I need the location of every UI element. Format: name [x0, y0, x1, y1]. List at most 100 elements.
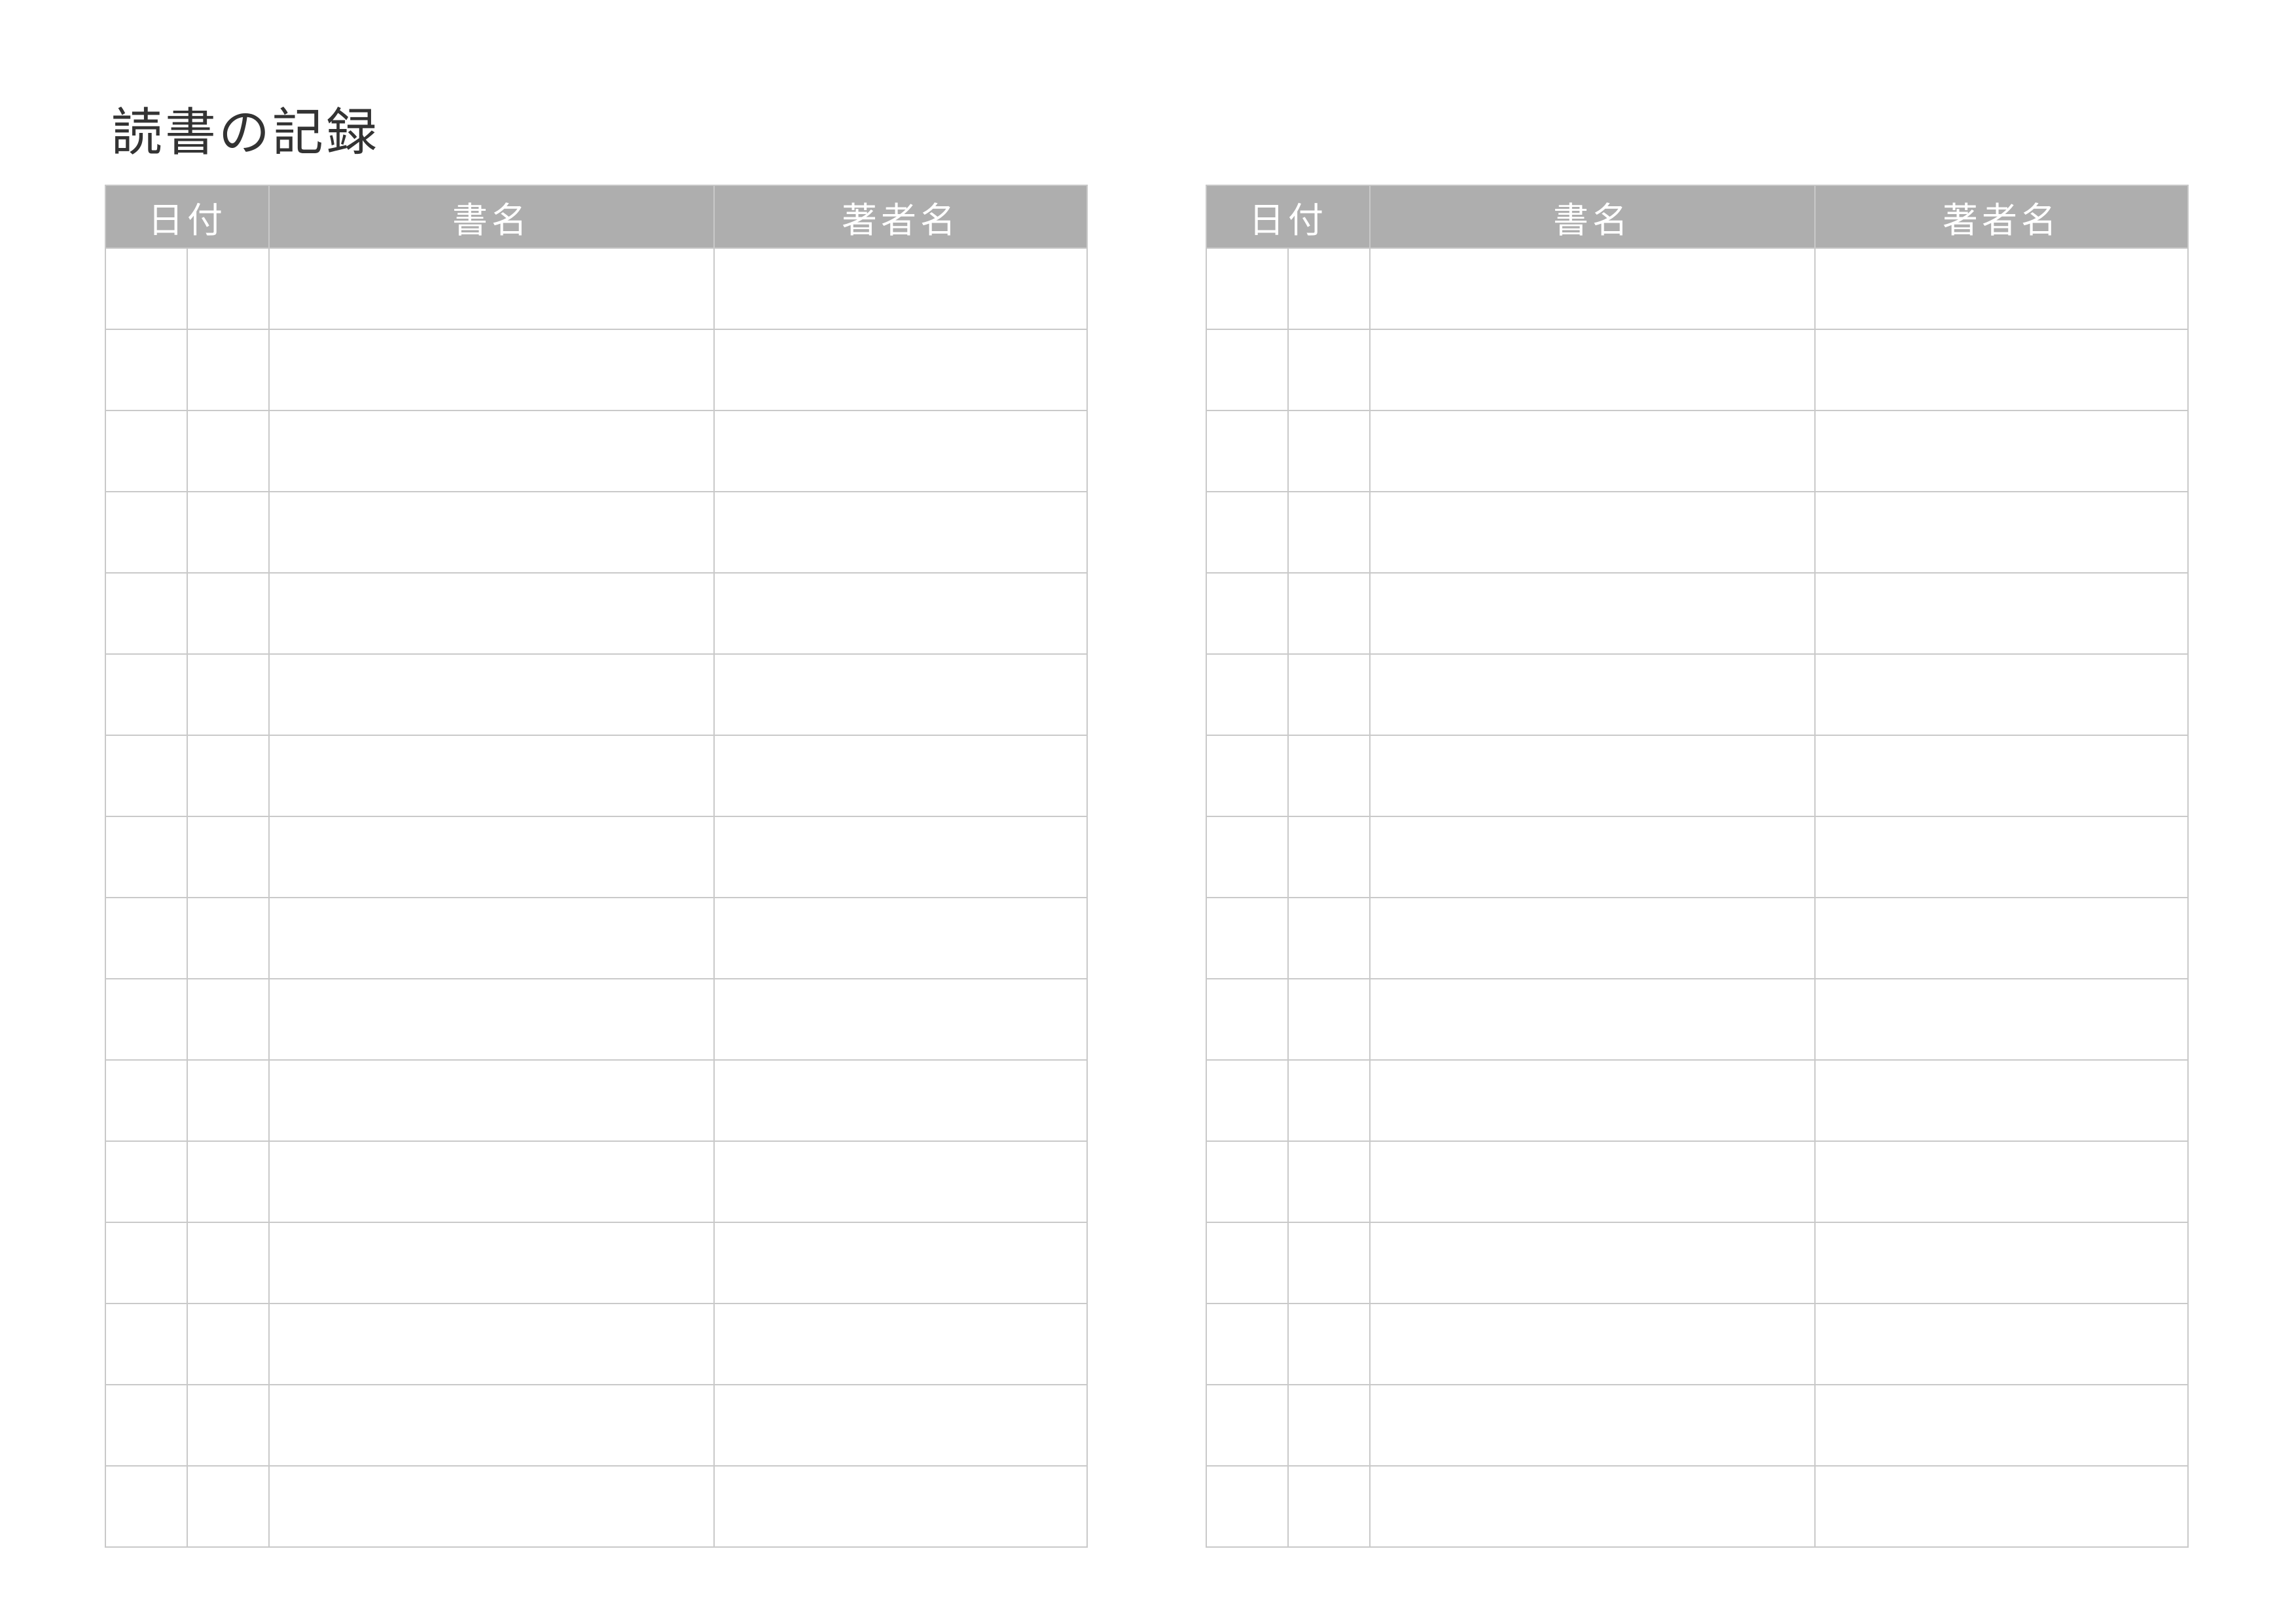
cell-date-month[interactable]: [1206, 1466, 1288, 1547]
cell-date-month[interactable]: [105, 979, 187, 1060]
cell-book-title[interactable]: [269, 979, 714, 1060]
cell-date-day[interactable]: [1288, 492, 1370, 573]
cell-date-month[interactable]: [105, 1304, 187, 1385]
cell-date-month[interactable]: [1206, 329, 1288, 410]
cell-book-title[interactable]: [269, 898, 714, 979]
cell-date-month[interactable]: [105, 1466, 187, 1547]
cell-book-title[interactable]: [269, 1466, 714, 1547]
cell-date-month[interactable]: [105, 735, 187, 816]
cell-date-day[interactable]: [187, 1466, 269, 1547]
cell-author[interactable]: [1815, 816, 2188, 898]
cell-book-title[interactable]: [1370, 1304, 1815, 1385]
cell-book-title[interactable]: [1370, 898, 1815, 979]
cell-date-day[interactable]: [1288, 1466, 1370, 1547]
cell-date-day[interactable]: [187, 248, 269, 329]
cell-book-title[interactable]: [1370, 979, 1815, 1060]
cell-author[interactable]: [1815, 1222, 2188, 1304]
cell-author[interactable]: [1815, 492, 2188, 573]
cell-book-title[interactable]: [1370, 492, 1815, 573]
cell-book-title[interactable]: [1370, 1385, 1815, 1466]
cell-date-month[interactable]: [1206, 1304, 1288, 1385]
cell-book-title[interactable]: [269, 410, 714, 492]
cell-date-month[interactable]: [1206, 248, 1288, 329]
cell-author[interactable]: [1815, 329, 2188, 410]
cell-date-month[interactable]: [1206, 573, 1288, 654]
cell-date-day[interactable]: [187, 1141, 269, 1222]
cell-book-title[interactable]: [1370, 410, 1815, 492]
cell-date-day[interactable]: [1288, 1060, 1370, 1141]
cell-author[interactable]: [1815, 573, 2188, 654]
cell-date-day[interactable]: [187, 1304, 269, 1385]
cell-book-title[interactable]: [269, 654, 714, 735]
cell-author[interactable]: [714, 248, 1087, 329]
cell-date-month[interactable]: [1206, 735, 1288, 816]
cell-book-title[interactable]: [1370, 1141, 1815, 1222]
cell-date-month[interactable]: [105, 410, 187, 492]
cell-book-title[interactable]: [1370, 654, 1815, 735]
cell-date-month[interactable]: [105, 573, 187, 654]
cell-book-title[interactable]: [1370, 1060, 1815, 1141]
cell-date-month[interactable]: [1206, 1060, 1288, 1141]
cell-author[interactable]: [714, 410, 1087, 492]
cell-date-day[interactable]: [187, 898, 269, 979]
cell-author[interactable]: [1815, 1141, 2188, 1222]
cell-author[interactable]: [714, 1141, 1087, 1222]
cell-date-day[interactable]: [187, 329, 269, 410]
cell-book-title[interactable]: [1370, 248, 1815, 329]
cell-date-day[interactable]: [1288, 816, 1370, 898]
cell-author[interactable]: [1815, 654, 2188, 735]
cell-author[interactable]: [1815, 1060, 2188, 1141]
cell-book-title[interactable]: [269, 1304, 714, 1385]
cell-book-title[interactable]: [1370, 329, 1815, 410]
cell-author[interactable]: [714, 1385, 1087, 1466]
cell-date-month[interactable]: [105, 654, 187, 735]
cell-date-month[interactable]: [105, 1385, 187, 1466]
cell-book-title[interactable]: [269, 1222, 714, 1304]
cell-book-title[interactable]: [269, 735, 714, 816]
cell-author[interactable]: [714, 654, 1087, 735]
cell-book-title[interactable]: [1370, 1466, 1815, 1547]
cell-date-day[interactable]: [187, 1060, 269, 1141]
cell-author[interactable]: [714, 979, 1087, 1060]
cell-date-day[interactable]: [1288, 1222, 1370, 1304]
cell-date-day[interactable]: [1288, 654, 1370, 735]
cell-date-day[interactable]: [187, 492, 269, 573]
cell-date-month[interactable]: [1206, 1141, 1288, 1222]
cell-book-title[interactable]: [1370, 816, 1815, 898]
cell-author[interactable]: [714, 492, 1087, 573]
cell-date-month[interactable]: [105, 248, 187, 329]
cell-date-day[interactable]: [187, 735, 269, 816]
cell-date-day[interactable]: [1288, 410, 1370, 492]
cell-book-title[interactable]: [1370, 735, 1815, 816]
cell-book-title[interactable]: [269, 816, 714, 898]
cell-date-month[interactable]: [105, 1141, 187, 1222]
cell-author[interactable]: [1815, 410, 2188, 492]
cell-date-day[interactable]: [187, 410, 269, 492]
cell-book-title[interactable]: [269, 1141, 714, 1222]
cell-date-day[interactable]: [1288, 329, 1370, 410]
cell-date-month[interactable]: [105, 492, 187, 573]
cell-date-day[interactable]: [187, 1222, 269, 1304]
cell-date-day[interactable]: [187, 816, 269, 898]
cell-date-day[interactable]: [187, 979, 269, 1060]
cell-date-day[interactable]: [1288, 1141, 1370, 1222]
cell-book-title[interactable]: [1370, 1222, 1815, 1304]
cell-author[interactable]: [714, 1466, 1087, 1547]
cell-author[interactable]: [1815, 898, 2188, 979]
cell-book-title[interactable]: [1370, 573, 1815, 654]
cell-date-day[interactable]: [1288, 248, 1370, 329]
cell-date-day[interactable]: [1288, 573, 1370, 654]
cell-date-day[interactable]: [1288, 1304, 1370, 1385]
cell-date-month[interactable]: [1206, 1222, 1288, 1304]
cell-author[interactable]: [714, 735, 1087, 816]
cell-book-title[interactable]: [269, 1060, 714, 1141]
cell-date-day[interactable]: [187, 1385, 269, 1466]
cell-date-month[interactable]: [1206, 816, 1288, 898]
cell-date-month[interactable]: [105, 816, 187, 898]
cell-author[interactable]: [1815, 1304, 2188, 1385]
cell-date-month[interactable]: [1206, 492, 1288, 573]
cell-date-day[interactable]: [187, 654, 269, 735]
cell-author[interactable]: [714, 898, 1087, 979]
cell-date-month[interactable]: [105, 1060, 187, 1141]
cell-book-title[interactable]: [269, 573, 714, 654]
